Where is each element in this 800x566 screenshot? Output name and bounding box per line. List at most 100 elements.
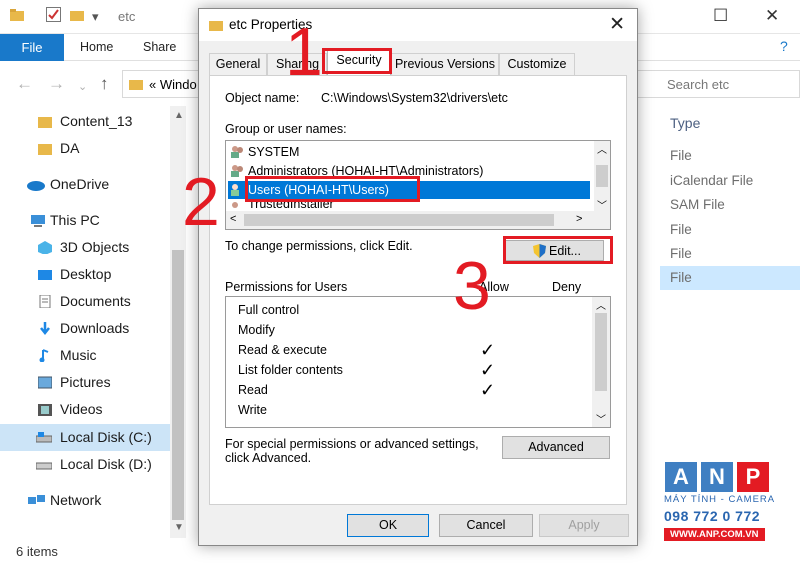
cube-icon — [38, 241, 52, 254]
scroll-up-icon[interactable]: ︿ — [596, 297, 606, 312]
sidebar-item-onedrive[interactable]: OneDrive — [0, 171, 170, 198]
file-type-cell[interactable]: iCalendar File — [660, 169, 800, 193]
scroll-down-icon[interactable]: ﹀ — [597, 197, 607, 212]
sidebar-item-this-pc[interactable]: This PC — [0, 207, 170, 234]
file-type-cell[interactable]: File — [660, 266, 800, 290]
sidebar-item-downloads[interactable]: Downloads — [0, 315, 170, 342]
address-bar[interactable]: « Windo — [122, 70, 202, 98]
step-number-3: 3 — [453, 248, 491, 324]
sidebar-item-da[interactable]: DA — [0, 135, 170, 162]
file-type-cell[interactable]: File — [660, 218, 800, 242]
document-icon — [39, 295, 51, 308]
watermark-letter-n: N — [701, 462, 733, 492]
object-name-label: Object name: — [225, 91, 300, 105]
users-group-icon — [231, 184, 239, 196]
tab-customize[interactable]: Customize — [499, 53, 575, 75]
scroll-up-icon[interactable]: ︿ — [597, 141, 607, 156]
scroll-left-icon[interactable]: < — [230, 213, 236, 225]
new-folder-icon[interactable] — [70, 9, 84, 24]
search-placeholder: Search etc — [667, 77, 730, 92]
perm-modify: Modify — [238, 323, 275, 337]
permissions-scrollbar[interactable]: ︿ ﹀ — [592, 297, 610, 427]
watermark-tagline: MÁY TÍNH - CAMERA — [664, 494, 776, 505]
perm-full-control: Full control — [238, 303, 300, 317]
properties-dialog: etc Properties ✕ General Sharing Securit… — [198, 8, 638, 546]
scroll-right-icon[interactable]: > — [576, 213, 582, 225]
sidebar-item-label: Desktop — [60, 266, 112, 282]
sidebar-item-network[interactable]: Network — [0, 487, 170, 514]
ribbon-tab-share[interactable]: Share — [143, 40, 176, 54]
watermark-phone: 098 772 0 772 — [664, 508, 761, 524]
special-permissions-text: For special permissions or advanced sett… — [225, 437, 479, 451]
tab-previous-versions[interactable]: Previous Versions — [391, 53, 499, 75]
scroll-down-icon[interactable]: ﹀ — [596, 411, 606, 426]
drive-icon — [36, 462, 52, 470]
ribbon-tab-home[interactable]: Home — [80, 40, 113, 54]
sidebar-item-3d-objects[interactable]: 3D Objects — [0, 234, 170, 261]
highlight-users-row — [245, 176, 420, 202]
group-names-label: Group or user names: — [225, 122, 347, 136]
allow-check-icon: ✓ — [480, 340, 496, 360]
sidebar-item-label: Downloads — [60, 320, 130, 336]
column-header-type[interactable]: Type — [670, 115, 700, 131]
step-number-2: 2 — [182, 164, 220, 240]
scroll-thumb[interactable] — [595, 313, 607, 391]
sidebar-item-music[interactable]: Music — [0, 342, 170, 369]
file-type-cell[interactable]: File — [660, 242, 800, 266]
apply-button[interactable]: Apply — [539, 514, 629, 537]
sidebar-item-label: Documents — [60, 293, 131, 309]
dialog-titlebar: etc Properties ✕ — [199, 9, 637, 41]
sidebar-item-label: DA — [60, 140, 80, 156]
sidebar-item-label: Local Disk (D:) — [60, 456, 152, 472]
file-type-cell[interactable]: SAM File — [660, 193, 800, 217]
pictures-icon — [38, 376, 52, 389]
search-input[interactable]: Search etc — [636, 70, 800, 98]
watermark-letter-a: A — [665, 462, 697, 492]
ok-button[interactable]: OK — [347, 514, 429, 537]
allow-check-icon: ✓ — [480, 380, 496, 400]
close-window-icon[interactable]: ✕ — [765, 6, 779, 26]
sidebar-item-videos[interactable]: Videos — [0, 396, 170, 423]
dialog-close-icon[interactable]: ✕ — [609, 13, 625, 36]
up-arrow-icon[interactable]: ↑ — [100, 74, 109, 94]
music-icon — [39, 349, 49, 362]
item-count: 6 items — [16, 544, 58, 559]
sidebar-scroll-thumb[interactable] — [172, 250, 184, 520]
forward-arrow-icon[interactable]: → — [48, 74, 65, 94]
sidebar-item-label: Music — [60, 347, 97, 363]
user-list-vscrollbar[interactable]: ︿ ﹀ — [594, 141, 610, 212]
recent-dropdown-icon[interactable]: ⌄ — [78, 80, 87, 93]
advanced-button[interactable]: Advanced — [502, 436, 610, 459]
download-icon — [40, 322, 50, 335]
scroll-thumb[interactable] — [244, 214, 554, 226]
change-permissions-text: To change permissions, click Edit. — [225, 239, 413, 253]
users-group-icon — [231, 146, 243, 158]
file-type-cell[interactable]: File — [660, 144, 800, 168]
sidebar-item-label: Network — [50, 492, 102, 508]
sidebar-item-documents[interactable]: Documents — [0, 288, 170, 315]
tab-general[interactable]: General — [209, 53, 267, 75]
help-icon[interactable]: ? — [780, 38, 788, 54]
ribbon-tab-file[interactable]: File — [0, 34, 64, 61]
sidebar-item-label: Pictures — [60, 374, 111, 390]
drive-icon — [36, 432, 52, 443]
back-arrow-icon[interactable]: ← — [16, 74, 33, 94]
deny-column-label: Deny — [552, 280, 582, 294]
sidebar-item-pictures[interactable]: Pictures — [0, 369, 170, 396]
scroll-thumb[interactable] — [596, 165, 608, 187]
properties-checkbox-icon[interactable] — [46, 7, 61, 25]
sidebar-item-desktop[interactable]: Desktop — [0, 261, 170, 288]
customize-qa-dropdown-icon[interactable]: ▾ — [92, 9, 99, 25]
sidebar-item-local-disk-d[interactable]: Local Disk (D:) — [0, 451, 170, 478]
maximize-icon[interactable]: ☐ — [713, 6, 728, 26]
sidebar-item-label: Videos — [60, 401, 103, 417]
user-row-system[interactable]: SYSTEM — [228, 143, 590, 161]
scroll-up-icon[interactable]: ▲ — [174, 110, 184, 121]
user-list-hscrollbar[interactable]: < > — [226, 211, 610, 229]
sidebar-item-content13[interactable]: Content_13 — [0, 108, 170, 135]
scroll-down-icon[interactable]: ▼ — [174, 522, 184, 533]
address-path: « Windo — [149, 77, 197, 92]
cancel-button[interactable]: Cancel — [439, 514, 533, 537]
watermark-letter-p: P — [737, 462, 769, 492]
sidebar-item-local-disk-c[interactable]: Local Disk (C:) — [0, 424, 170, 451]
